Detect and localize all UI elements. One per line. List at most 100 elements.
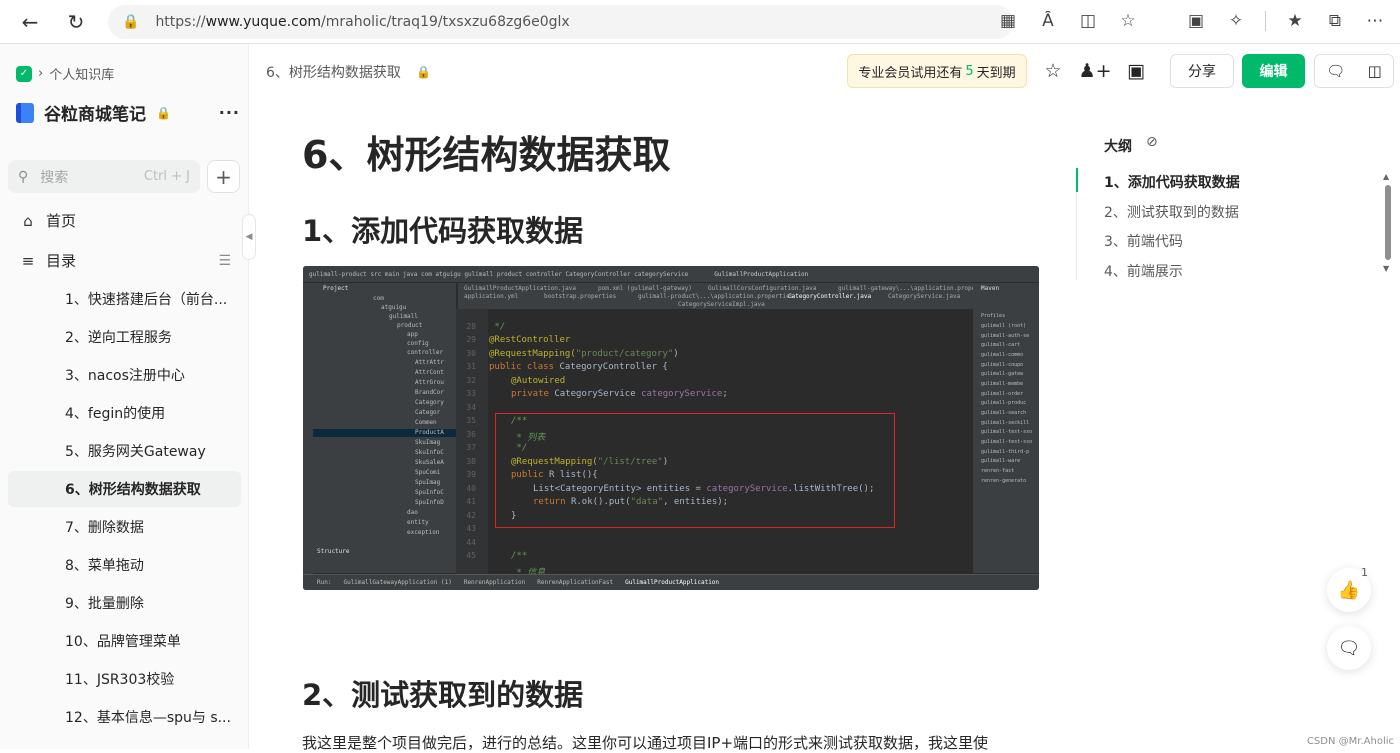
reader-view-icon[interactable]: ◫ — [1077, 10, 1099, 32]
toc-item[interactable]: 2、逆向工程服务 — [8, 319, 241, 355]
ide-screenshot-image[interactable]: gulimall-product src main java com atgui… — [303, 266, 1039, 590]
code-line: */ — [489, 322, 505, 332]
more-options-icon[interactable]: ··· — [219, 103, 240, 122]
ide-tab: GulimallCorsConfiguration.java — [708, 285, 816, 292]
reload-icon[interactable]: ↻ — [62, 8, 90, 36]
line-number: 37 — [456, 443, 476, 452]
line-number: 40 — [456, 484, 476, 493]
toc-item[interactable]: 12、基本信息—spu与 s... — [8, 699, 241, 735]
menu-more-icon[interactable]: ⋯ — [1364, 10, 1386, 32]
toc-item[interactable]: 8、菜单拖动 — [8, 547, 241, 583]
toc-item[interactable]: 9、批量删除 — [8, 585, 241, 621]
page-scrollbar[interactable]: ▲ ▼ — [1383, 172, 1393, 274]
sidebar: ✓ › 个人知识库 谷粒商城笔记 🔒 ··· ⚲ 搜索 Ctrl + J + ⌂… — [0, 44, 249, 749]
sidebar-collapse-handle[interactable]: ◀ — [242, 214, 256, 260]
url-prefix: https:// — [155, 14, 205, 30]
maven-item: gulimall-commo — [981, 352, 1023, 358]
code-keyword: private — [511, 389, 554, 399]
star-icon[interactable]: ☆ — [1040, 58, 1066, 84]
extensions-icon[interactable]: ✧ — [1225, 10, 1247, 32]
book-title[interactable]: 谷粒商城笔记 — [44, 100, 146, 125]
hide-outline-icon[interactable]: ⊘ — [1146, 134, 1158, 150]
outline-item[interactable]: 2、测试获取到的数据 — [1104, 202, 1239, 222]
scroll-down-icon[interactable]: ▼ — [1383, 264, 1389, 273]
toc-item[interactable]: 3、nacos注册中心 — [8, 357, 241, 393]
toc-item[interactable]: 7、删除数据 — [8, 509, 241, 545]
maven-item: gulimall-cart — [981, 342, 1020, 348]
sidebar-item-home[interactable]: ⌂ 首页 — [8, 202, 241, 239]
watermark: CSDN @Mr.Aholic — [1307, 736, 1394, 747]
outline-item[interactable]: 4、前端展示 — [1104, 261, 1183, 281]
panel-toggle-icon[interactable]: ◫ — [1368, 62, 1382, 80]
code-text: ) — [673, 349, 678, 359]
run-tab: RenrenApplicationFast — [537, 579, 613, 586]
code-line: private CategoryService categoryService; — [511, 389, 728, 399]
search-icon: ⚲ — [18, 169, 28, 185]
address-bar[interactable]: 🔒 https://www.yuque.com/mraholic/traq19/… — [108, 5, 1013, 39]
add-button[interactable]: + — [207, 160, 240, 193]
code-highlight-box — [495, 413, 895, 528]
maven-item: gulimall-test-sso — [981, 439, 1032, 445]
collections-icon[interactable]: ⧉ — [1324, 10, 1346, 32]
breadcrumb[interactable]: ✓ › 个人知识库 — [16, 64, 114, 83]
section-heading: 1、添加代码获取数据 — [302, 208, 583, 250]
maven-item: Profiles — [981, 313, 1005, 319]
comment-icon[interactable]: 🗨 — [1326, 62, 1345, 80]
present-icon[interactable]: ▣ — [1123, 58, 1149, 84]
apps-icon[interactable]: ▦ — [997, 10, 1019, 32]
toc-item[interactable]: 10、品牌管理菜单 — [8, 623, 241, 659]
edit-button[interactable]: 编辑 — [1242, 54, 1305, 88]
toc-item[interactable]: 1、快速搭建后台（前台... — [8, 281, 241, 317]
share-button[interactable]: 分享 — [1170, 54, 1234, 88]
ide-tree-node: config — [407, 340, 429, 347]
add-collaborator-icon[interactable]: ♟+ — [1082, 58, 1108, 84]
ide-tree-node: exception — [407, 529, 440, 536]
maven-item: gulimall-order — [981, 391, 1023, 397]
maven-item: renren-fast — [981, 468, 1014, 474]
ide-tab: pom.xml (gulimall-gateway) — [598, 285, 692, 292]
run-tab: RenrenApplication — [464, 579, 525, 586]
maven-item: gulimall-third-p — [981, 449, 1029, 455]
code-line: @RestController — [489, 335, 570, 345]
lock-icon[interactable]: 🔒 — [122, 14, 139, 30]
ide-tree-node: SpuInfoC — [415, 489, 444, 496]
outline-item[interactable]: 1、添加代码获取数据 — [1104, 172, 1240, 192]
trial-banner[interactable]: 专业会员试用还有 5 天到期 — [847, 54, 1027, 88]
page-title: 6、树形结构数据获取 — [302, 124, 670, 179]
search-input[interactable]: ⚲ 搜索 Ctrl + J — [8, 160, 200, 193]
book-header[interactable]: 谷粒商城笔记 🔒 ··· — [16, 100, 240, 125]
ide-tree-node: product — [397, 322, 422, 329]
ide-tree-node: Commen — [415, 419, 437, 426]
ide-tab: CategoryServiceImpl.java — [678, 301, 765, 308]
cast-icon[interactable]: ▣ — [1185, 10, 1207, 32]
ide-tree-node: Categor — [415, 409, 440, 416]
toc-item[interactable]: 5、服务网关Gateway — [8, 433, 241, 469]
code-line: @RequestMapping("product/category") — [489, 349, 679, 359]
read-aloud-icon[interactable]: Ȃ — [1037, 10, 1059, 32]
toc-item[interactable]: 4、fegin的使用 — [8, 395, 241, 431]
section-heading: 2、测试获取到的数据 — [302, 672, 583, 714]
comment-button[interactable]: 🗨 — [1327, 626, 1371, 670]
favorites-icon[interactable]: ★ — [1284, 10, 1306, 32]
url-host: www.yuque.com — [206, 14, 321, 30]
catalog-settings-icon[interactable]: ☰ — [218, 253, 231, 269]
toc-item-active[interactable]: 6、树形结构数据获取 — [8, 471, 241, 507]
ide-structure-label: Structure — [317, 548, 350, 555]
toc-item[interactable]: 11、JSR303校验 — [8, 661, 241, 697]
ide-tree-node: gulimall — [389, 313, 418, 320]
ide-tab: GulimallProductApplication.java — [464, 285, 576, 292]
yuque-logo-icon: ✓ — [16, 66, 32, 82]
ide-tree-node: AttrCont — [415, 369, 444, 376]
ide-tab: gulimall-product\...\application.propert… — [638, 293, 793, 300]
sidebar-item-catalog[interactable]: ≡ 目录 ☰ — [8, 242, 241, 279]
line-number: 33 — [456, 389, 476, 398]
outline-item[interactable]: 3、前端代码 — [1104, 231, 1183, 251]
scrollbar-thumb[interactable] — [1385, 185, 1391, 260]
thumbs-up-icon: 👍 — [1338, 580, 1360, 601]
favorite-add-icon[interactable]: ☆ — [1117, 10, 1139, 32]
breadcrumb-label[interactable]: 个人知识库 — [49, 64, 114, 83]
line-number: 39 — [456, 470, 476, 479]
scroll-up-icon[interactable]: ▲ — [1383, 172, 1389, 181]
ide-breadcrumb-bar: gulimall-product src main java com atgui… — [303, 266, 1039, 283]
back-arrow-icon[interactable]: ← — [16, 8, 44, 36]
